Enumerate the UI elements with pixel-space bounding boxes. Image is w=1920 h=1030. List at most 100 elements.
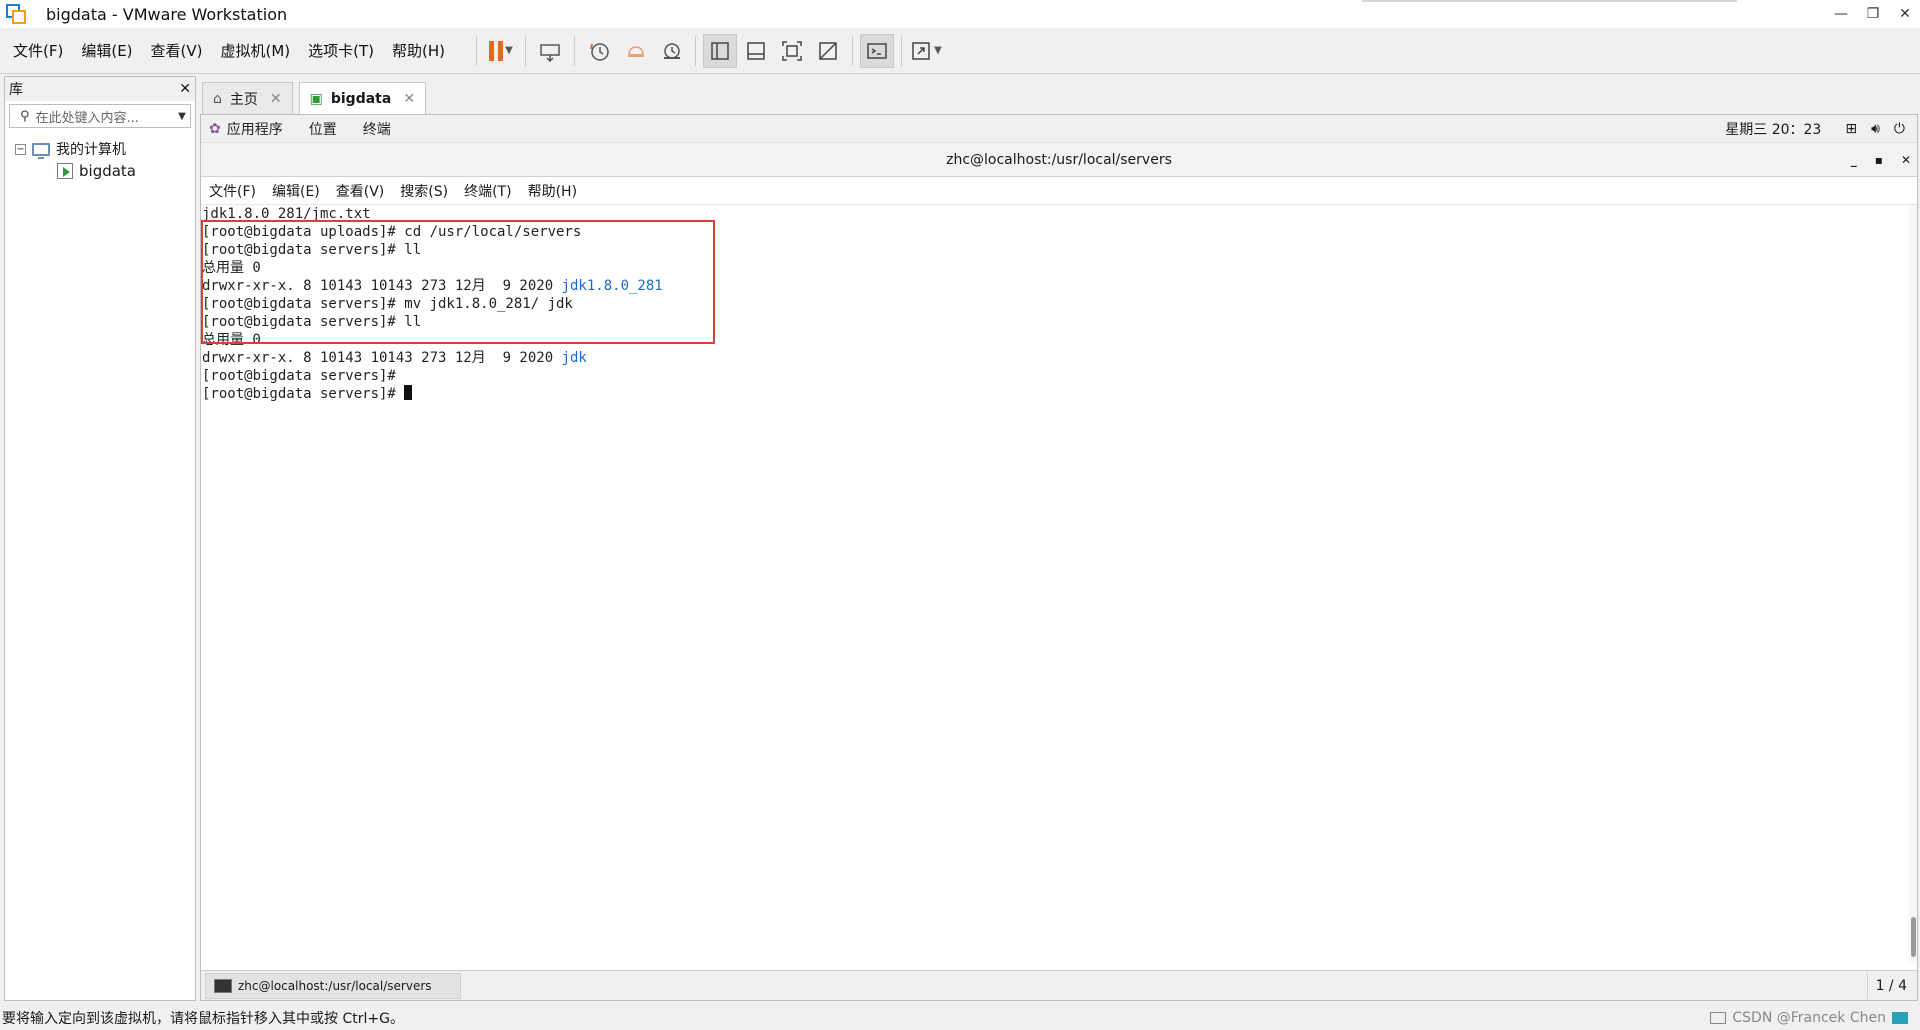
terminal-line-text: drwxr-xr-x. 8 10143 10143 273 12月 9 2020 xyxy=(202,350,562,366)
vmware-window: bigdata - VMware Workstation — ❐ ✕ 文件(F)… xyxy=(0,0,1920,1030)
tab-bigdata[interactable]: ▣ bigdata ✕ xyxy=(298,82,427,114)
clock[interactable]: 星期三 20：23 xyxy=(1725,119,1821,139)
close-icon[interactable]: ✕ xyxy=(270,91,282,107)
snapshot-manager-icon xyxy=(664,42,681,59)
watermark-text: CSDN @Francek Chen xyxy=(1732,1010,1886,1026)
terminal-line: [root@bigdata servers]# xyxy=(202,385,1917,403)
gnome-top-bar: ✿ 应用程序 位置 终端 星期三 20：23 ⊞ 🔊︎ ⏻ xyxy=(201,115,1917,143)
terminal-icon xyxy=(867,42,887,59)
send-ctrl-alt-del-button[interactable] xyxy=(533,34,567,68)
minimize-icon[interactable]: — xyxy=(1826,0,1856,28)
vmware-logo-icon xyxy=(6,4,26,24)
keyboard-icon xyxy=(540,43,560,62)
terminal-menu-file[interactable]: 文件(F) xyxy=(209,181,256,201)
terminal-menu-view[interactable]: 查看(V) xyxy=(336,181,385,201)
menu-tabs[interactable]: 选项卡(T) xyxy=(299,40,383,61)
library-panel: 库 ✕ ⚲ 在此处键入内容... ▼ − 我的计算机 bigdata xyxy=(4,76,196,1001)
terminal-menu-search[interactable]: 搜索(S) xyxy=(400,181,448,201)
vm-running-icon xyxy=(57,163,73,179)
tree-label: 我的计算机 xyxy=(56,142,126,158)
close-icon[interactable]: ✕ xyxy=(1890,0,1920,28)
workspace-indicator[interactable]: 1 / 4 xyxy=(1866,972,1907,999)
maximize-icon[interactable]: ▪ xyxy=(1875,153,1883,167)
window-controls: — ❐ ✕ xyxy=(1824,0,1920,28)
status-bar: 要将输入定向到该虚拟机，请将鼠标指针移入其中或按 Ctrl+G。 CSDN @F… xyxy=(0,1006,1920,1030)
chevron-down-icon[interactable]: ▼ xyxy=(505,45,513,56)
vm-running-icon: ▣ xyxy=(309,90,323,107)
terminal-line: drwxr-xr-x. 8 10143 10143 273 12月 9 2020… xyxy=(202,349,1917,367)
device-icon[interactable] xyxy=(1710,1012,1727,1024)
terminal-menu-help[interactable]: 帮助(H) xyxy=(528,181,577,201)
thumbnail-bar-button[interactable] xyxy=(739,34,773,68)
status-hint: 要将输入定向到该虚拟机，请将鼠标指针移入其中或按 Ctrl+G。 xyxy=(2,1011,404,1027)
menu-file[interactable]: 文件(F) xyxy=(4,40,72,61)
terminal-menu-edit[interactable]: 编辑(E) xyxy=(272,181,320,201)
menu-vm[interactable]: 虚拟机(M) xyxy=(212,40,300,61)
terminal-icon xyxy=(214,978,232,993)
volume-icon[interactable]: 🔊︎ xyxy=(1871,121,1880,137)
library-layout-icon xyxy=(711,41,729,60)
unity-icon xyxy=(819,41,837,60)
directory-name: jdk xyxy=(561,350,587,366)
chevron-down-icon[interactable]: ▼ xyxy=(174,111,190,122)
scrollbar-thumb[interactable] xyxy=(1911,917,1916,957)
pause-icon xyxy=(489,40,504,61)
console-view-button[interactable] xyxy=(860,33,895,68)
show-library-button[interactable] xyxy=(703,33,738,68)
menu-edit[interactable]: 编辑(E) xyxy=(72,40,141,61)
library-search[interactable]: ⚲ 在此处键入内容... ▼ xyxy=(9,104,191,128)
vm-console[interactable]: ✿ 应用程序 位置 终端 星期三 20：23 ⊞ 🔊︎ ⏻ zhc@localh… xyxy=(200,114,1918,1001)
power-icon[interactable]: ⏻ xyxy=(1894,121,1905,137)
close-icon[interactable]: ✕ xyxy=(179,81,191,97)
minimize-icon[interactable]: _ xyxy=(1851,153,1857,167)
computer-icon xyxy=(32,142,50,159)
restore-icon[interactable]: ❐ xyxy=(1858,0,1888,28)
toolbar-separator xyxy=(901,35,903,66)
menu-help[interactable]: 帮助(H) xyxy=(383,40,454,61)
window-title: bigdata - VMware Workstation xyxy=(46,4,288,24)
close-icon[interactable]: ✕ xyxy=(403,91,415,107)
revert-snapshot-button[interactable] xyxy=(618,34,652,68)
terminal-scrollbar[interactable] xyxy=(1909,205,1917,963)
full-screen-button[interactable] xyxy=(775,34,809,68)
tab-label: 主页 xyxy=(229,91,258,108)
terminal-menu-bar: 文件(F) 编辑(E) 查看(V) 搜索(S) 终端(T) 帮助(H) xyxy=(201,177,1917,205)
tree-item-bigdata[interactable]: bigdata xyxy=(5,160,195,182)
stretch-guest-button[interactable]: ▼ xyxy=(909,34,943,68)
snapshot-button[interactable] xyxy=(582,34,616,68)
home-icon: ⌂ xyxy=(213,90,222,107)
tree-label: bigdata xyxy=(79,162,136,180)
snapshot-manager-button[interactable] xyxy=(654,34,688,68)
tab-home[interactable]: ⌂ 主页 ✕ xyxy=(202,82,293,114)
search-input[interactable]: 在此处键入内容... xyxy=(36,107,174,126)
gnome-applications-menu[interactable]: 应用程序 xyxy=(227,119,283,139)
highlight-box xyxy=(201,220,715,344)
collapse-icon[interactable]: − xyxy=(15,143,26,155)
gnome-status-area: 星期三 20：23 ⊞ 🔊︎ ⏻ xyxy=(1725,119,1905,139)
device-icon[interactable] xyxy=(1892,1012,1908,1024)
close-icon[interactable]: ✕ xyxy=(1901,153,1911,167)
terminal-menu-terminal[interactable]: 终端(T) xyxy=(464,181,511,201)
terminal-title-bar: zhc@localhost:/usr/local/servers _ ▪ ✕ xyxy=(201,143,1917,177)
status-icons: CSDN @Francek Chen xyxy=(1710,1010,1908,1026)
gnome-terminal-menu[interactable]: 终端 xyxy=(363,119,391,139)
pause-button[interactable]: ▼ xyxy=(484,34,518,68)
chevron-down-icon[interactable]: ▼ xyxy=(934,45,942,56)
revert-icon xyxy=(628,45,645,57)
applications-icon: ✿ xyxy=(209,120,221,137)
fullscreen-icon xyxy=(782,40,802,61)
window-list-item-terminal[interactable]: zhc@localhost:/usr/local/servers xyxy=(205,972,461,999)
gnome-places-menu[interactable]: 位置 xyxy=(309,119,337,139)
menu-bar: 文件(F) 编辑(E) 查看(V) 虚拟机(M) 选项卡(T) 帮助(H) ▼ xyxy=(0,28,1920,74)
network-icon[interactable]: ⊞ xyxy=(1845,121,1857,137)
unity-button[interactable] xyxy=(811,34,845,68)
vm-tabs: ⌂ 主页 ✕ ▣ bigdata ✕ xyxy=(202,80,432,114)
vm-tree: − 我的计算机 bigdata xyxy=(5,138,195,182)
terminal-output[interactable]: jdk1.8.0_281/jmc.txt [root@bigdata uploa… xyxy=(201,205,1917,963)
tree-item-my-computer[interactable]: − 我的计算机 xyxy=(5,138,195,160)
snapshot-icon xyxy=(590,42,609,61)
gnome-window-list: zhc@localhost:/usr/local/servers 1 / 4 xyxy=(201,970,1917,1000)
menu-view[interactable]: 查看(V) xyxy=(142,40,212,61)
toolbar-separator xyxy=(525,35,527,66)
terminal-prompt: [root@bigdata servers]# xyxy=(202,386,405,402)
